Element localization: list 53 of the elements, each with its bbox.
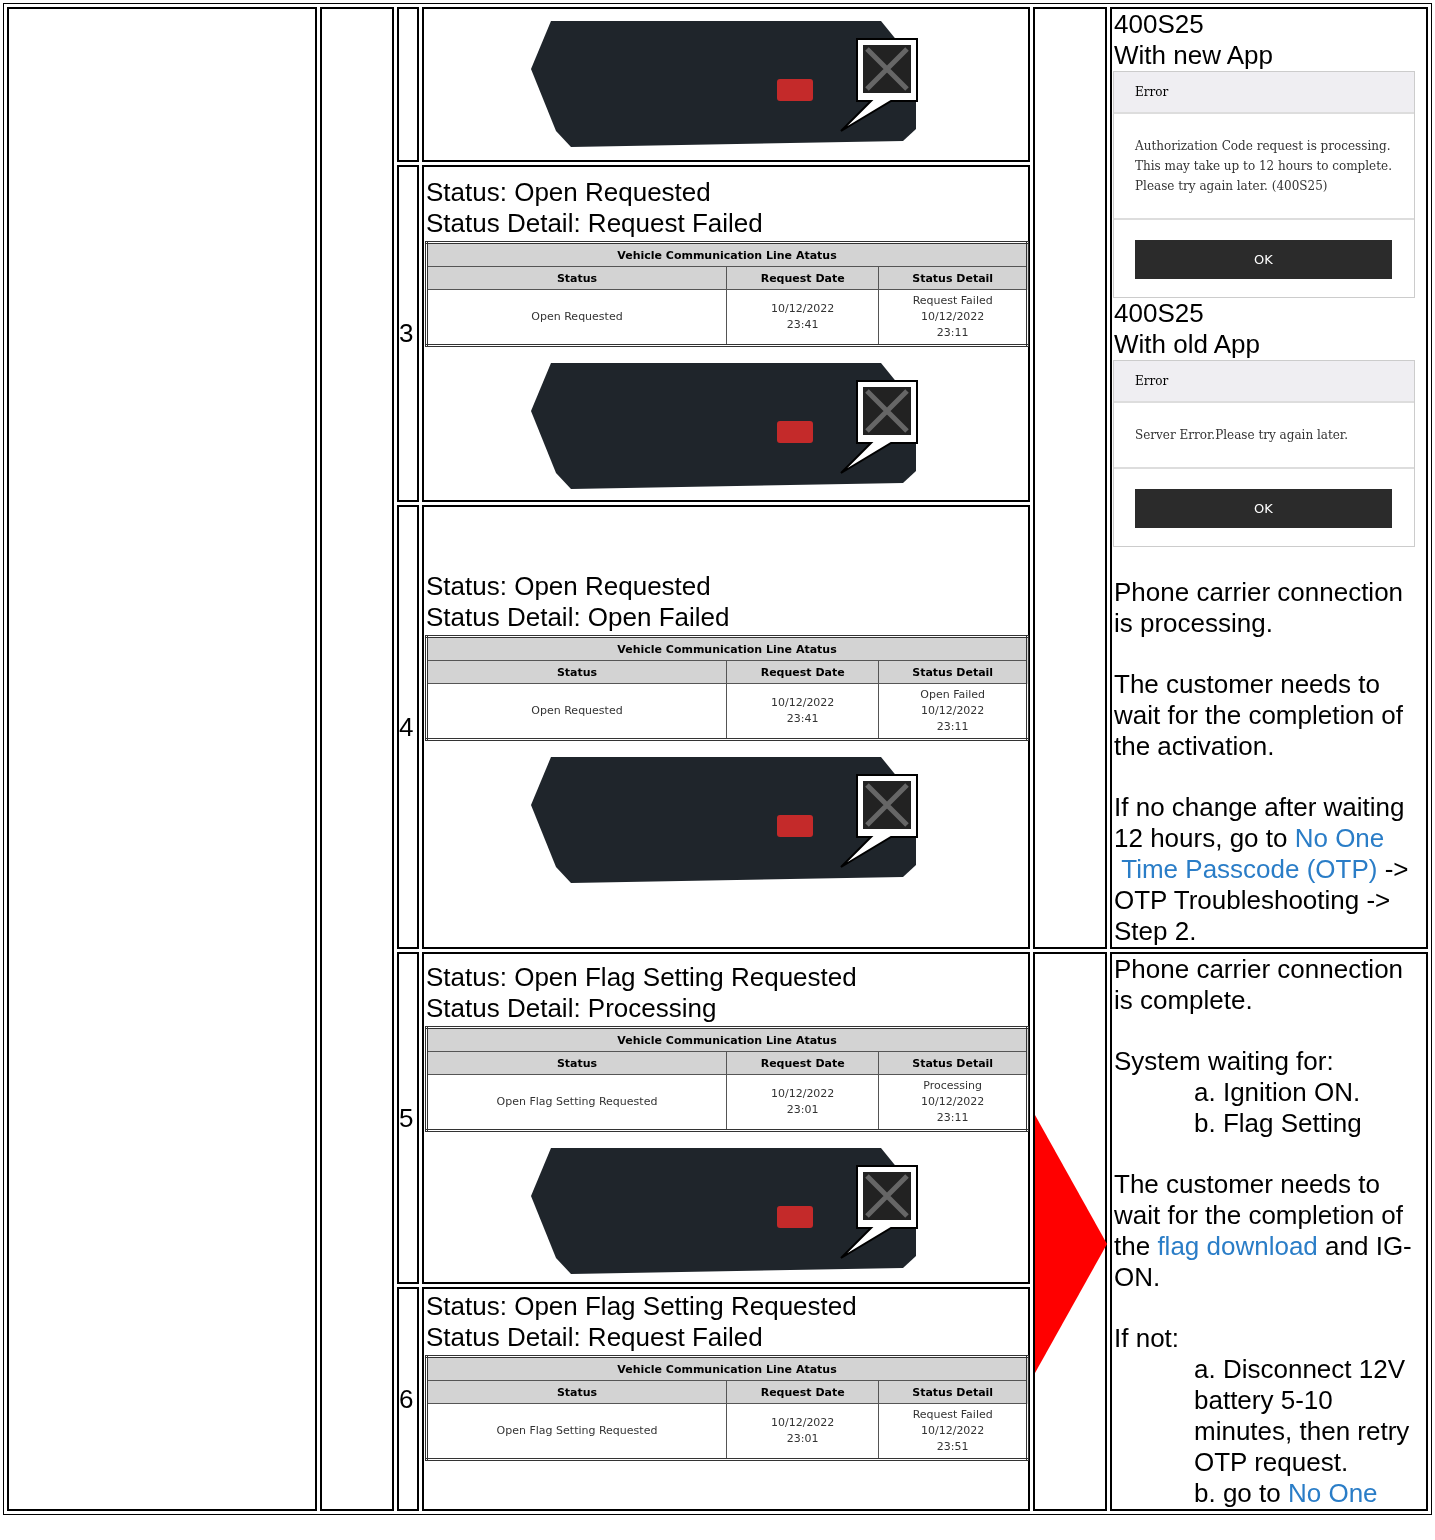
link[interactable]: No One (1287, 1478, 1378, 1509)
ok-button[interactable]: OK (1135, 489, 1392, 528)
table-title: Vehicle Communication Line Atatus (426, 242, 1028, 267)
status-line: Status Detail: Request Failed (426, 208, 764, 240)
column-header: Status Detail (878, 266, 1028, 290)
status-line: Status: Open Requested (426, 571, 712, 603)
step-number: 4 (399, 711, 414, 742)
link[interactable]: flag download (1157, 1231, 1318, 1262)
list-item: b. go to No One (1194, 1478, 1379, 1509)
column-header: Status Detail (878, 1051, 1028, 1075)
column-header: Request Date (726, 1380, 879, 1404)
column-header: Status (426, 660, 727, 684)
status-line: Status Detail: Processing (426, 993, 718, 1024)
status-line: Status: Open Flag Setting Requested (426, 962, 858, 993)
table-title: Vehicle Communication Line Atatus (426, 1356, 1028, 1381)
dialog-message: Server Error.Please try again later. (1114, 403, 1414, 469)
caption-line: With new App (1114, 40, 1274, 71)
column-header: Request Date (726, 1051, 879, 1075)
column-header: Status (426, 1051, 727, 1075)
dialog-message: Authorization Code request is processing. This may take up to 12 hours to complete. Please try again later. (400S25) (1114, 114, 1414, 220)
step-number: 3 (399, 317, 414, 348)
link[interactable]: No One (1294, 823, 1385, 854)
note-paragraph: Phone carrier connection is processing. (1114, 577, 1405, 639)
caption-line: With old App (1114, 329, 1261, 360)
ok-button[interactable]: OK (1135, 240, 1392, 279)
list-item: b. Flag Setting (1194, 1108, 1363, 1139)
column-header: Request Date (726, 660, 879, 684)
status-line: Status: Open Requested (426, 177, 712, 209)
dialog-title: Error (1114, 72, 1414, 114)
column-header: Status Detail (878, 660, 1028, 684)
note-paragraph: If not: (1114, 1323, 1181, 1354)
column-header: Status (426, 1380, 727, 1404)
step-number: 6 (399, 1383, 414, 1414)
note-paragraph: System waiting for: (1114, 1046, 1335, 1077)
caption-line: 400S25 (1114, 9, 1205, 40)
status-line: Status Detail: Open Failed (426, 602, 731, 634)
status-line: Status: Open Flag Setting Requested (426, 1291, 858, 1322)
list-item: a. Ignition ON. (1194, 1077, 1362, 1108)
caption-line: 400S25 (1114, 298, 1205, 329)
list-item: a. Disconnect 12V battery 5-10 minutes, then retry OTP request. (1194, 1354, 1411, 1478)
link[interactable]: Time Passcode (OTP) (1121, 854, 1378, 885)
dialog-title: Error (1114, 361, 1414, 403)
status-line: Status Detail: Request Failed (426, 1322, 764, 1353)
note-paragraph: Phone carrier connection is complete. (1114, 954, 1405, 1016)
note-paragraph: The customer needs to wait for the completion of the activation. (1114, 669, 1405, 762)
column-header: Request Date (726, 266, 879, 290)
table-title: Vehicle Communication Line Atatus (426, 636, 1028, 661)
column-header: Status Detail (878, 1380, 1028, 1404)
note-paragraph: The customer needs to wait for the completion of the flag download and IG-ON. (1114, 1169, 1413, 1293)
table-title: Vehicle Communication Line Atatus (426, 1027, 1028, 1052)
step-number: 5 (399, 1102, 414, 1133)
note-paragraph: If no change after waiting 12 hours, go to No One Time Passcode (OTP) -> OTP Troubleshooting -> Step 2. (1114, 792, 1410, 947)
column-header: Status (426, 266, 727, 290)
